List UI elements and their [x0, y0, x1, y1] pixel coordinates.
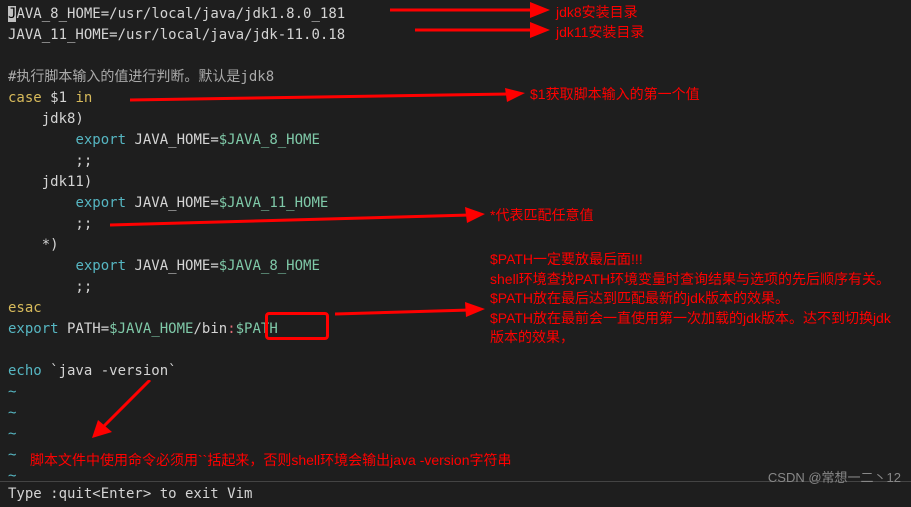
annotation-jdk11-dir: jdk11安装目录 — [556, 22, 644, 43]
arrow-4 — [110, 205, 485, 235]
status-text: Type :quit<Enter> to exit Vim — [8, 486, 252, 502]
code-line-18: echo `java -version` — [8, 361, 903, 382]
annotation-backtick: 脚本文件中使用命令必须用``括起来，否则shell环境会输出java -vers… — [30, 450, 890, 471]
code-line-7: export JAVA_HOME=$JAVA_8_HOME — [8, 130, 903, 151]
code-line-4-comment: #执行脚本输入的值进行判断。默认是jdk8 — [8, 67, 903, 88]
annot-path-1: $PATH一定要放最后面!!! — [490, 250, 900, 270]
arrow-5 — [335, 300, 485, 320]
highlight-box-path — [265, 312, 329, 340]
arrow-1 — [390, 0, 550, 20]
watermark: CSDN @常想一二丶12 — [768, 468, 901, 488]
annotation-path-block: $PATH一定要放最后面!!! shell环境查找PATH环境变量时查询结果与选… — [490, 250, 900, 348]
code-line-6: jdk8) — [8, 109, 903, 130]
annotation-star: *代表匹配任意值 — [490, 205, 593, 226]
arrow-6 — [90, 380, 160, 445]
arrow-2 — [415, 20, 550, 40]
annotation-arg1: $1获取脚本输入的第一个值 — [530, 84, 700, 105]
annot-path-2: shell环境查找PATH环境变量时查询结果与选项的先后顺序有关。 — [490, 270, 900, 290]
annot-path-4: $PATH放在最前会一直使用第一次加载的jdk版本。达不到切换jdk版本的效果， — [490, 309, 900, 348]
code-line-9: jdk11) — [8, 172, 903, 193]
code-line-8: ;; — [8, 151, 903, 172]
arrow-3 — [130, 88, 525, 108]
code-line-3 — [8, 46, 903, 67]
annot-path-3: $PATH放在最后达到匹配最新的jdk版本的效果。 — [490, 289, 900, 309]
annotation-jdk8-dir: jdk8安装目录 — [556, 2, 638, 23]
